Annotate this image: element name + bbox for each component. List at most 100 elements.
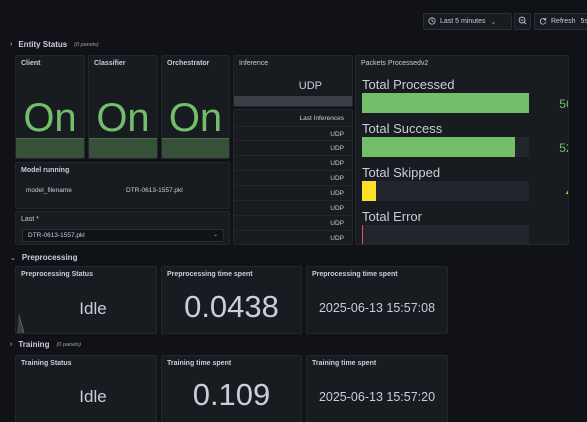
last-model-select[interactable]: DTR-0613-1557.pkl ⌄	[22, 229, 224, 242]
zoom-out-button[interactable]	[514, 13, 531, 30]
chevron-down-icon: ⌄	[212, 232, 218, 238]
inference-row: UDP	[234, 126, 352, 141]
preprocessing-time-panel: Preprocessing time spent 0.0438	[161, 266, 302, 334]
row-panel-count: (0 panels)	[56, 341, 81, 348]
panel-title: Client	[21, 60, 41, 67]
inference-row: UDP	[234, 216, 352, 231]
panel-title: Training time spent	[167, 360, 232, 367]
preprocessing-status-panel: Preprocessing Status Idle	[15, 266, 157, 334]
refresh-interval: 5s	[580, 18, 587, 25]
bar-label: Total Skipped	[362, 165, 441, 180]
row-title: Training	[18, 340, 50, 349]
panel-title: Orchestrator	[167, 60, 210, 67]
model-key: model_filename	[26, 187, 72, 194]
row-preprocessing[interactable]: ⌄ Preprocessing	[10, 253, 77, 262]
client-status-value: On	[23, 96, 77, 140]
bar-fill	[362, 137, 516, 157]
training-time-panel: Training time spent 0.109	[161, 355, 302, 422]
model-running-panel: Model running model_filename DTR-0613-15…	[15, 162, 230, 209]
panel-title: Inference	[239, 60, 269, 67]
orchestrator-status-value: On	[168, 96, 223, 140]
inference-row-value: UDP	[330, 145, 344, 152]
panel-title: Training time spent	[312, 360, 377, 367]
preprocessing-timestamp-panel: Preprocessing time spent 2025-06-13 15:5…	[306, 266, 448, 334]
training-status-panel: Training Status Idle	[15, 355, 157, 422]
bar-fill	[362, 181, 376, 201]
bar-label: Total Processed	[362, 77, 455, 92]
model-filename-value: DTR-0613-1557.pkl	[126, 187, 183, 194]
client-sparkline	[16, 138, 84, 158]
panel-title: Packets Processedv2	[361, 60, 429, 67]
panel-title: Preprocessing Status	[21, 271, 93, 278]
row-entity-status[interactable]: › Entity Status (0 panels)	[10, 40, 99, 49]
chevron-down-icon: ⌄	[10, 254, 16, 262]
training-status-value: Idle	[79, 387, 107, 406]
classifier-panel: Classifier On	[88, 55, 158, 159]
training-timestamp-panel: Training time spent 2025-06-13 15:57:20	[306, 355, 448, 422]
packets-processed-panel: Packets Processedv2 Total Processed 5697 T…	[355, 55, 569, 245]
bar-track	[362, 225, 529, 244]
row-title: Entity Status	[18, 40, 68, 49]
bar-value: 5697	[559, 97, 568, 111]
refresh-label: Refresh	[551, 18, 576, 25]
inference-row-value: UDP	[330, 220, 344, 227]
inference-row-value: UDP	[330, 160, 344, 167]
inference-row-value: UDP	[330, 205, 344, 212]
time-range-label: Last 5 minutes	[440, 18, 486, 25]
bar-track	[362, 181, 529, 201]
bar-fill	[362, 225, 363, 244]
inference-row-value: UDP	[330, 235, 344, 242]
training-time-value: 0.109	[192, 377, 271, 412]
bar-track	[362, 93, 529, 113]
orchestrator-panel: Orchestrator On	[161, 55, 230, 159]
last-variable-panel: Last * DTR-0613-1557.pkl ⌄	[15, 211, 230, 245]
bar-value: 5233	[559, 141, 568, 155]
bar-label: Total Error	[362, 209, 422, 224]
bar-track	[362, 137, 529, 157]
chevron-right-icon: ›	[10, 41, 13, 48]
bar-value: 0	[534, 229, 568, 243]
classifier-status-value: On	[96, 96, 150, 140]
bar-value: 464	[534, 185, 568, 199]
inference-row: UDP	[234, 201, 352, 216]
classifier-sparkline	[89, 138, 157, 158]
inference-row-value: UDP	[330, 190, 344, 197]
preprocessing-status-value: Idle	[79, 299, 107, 318]
panel-title: Preprocessing time spent	[167, 271, 253, 278]
panel-title: Training Status	[21, 360, 72, 367]
chevron-right-icon: ›	[10, 341, 13, 348]
variable-label: Last *	[21, 216, 39, 223]
bar-label: Total Success	[362, 121, 443, 136]
inference-value: UDP	[298, 80, 322, 92]
preprocessing-status-sparkline	[17, 314, 25, 333]
client-panel: Client On	[15, 55, 85, 159]
refresh-icon	[539, 17, 547, 27]
time-range-picker[interactable]: Last 5 minutes ⌄	[423, 13, 512, 30]
orchestrator-sparkline	[162, 138, 229, 158]
select-value: DTR-0613-1557.pkl	[28, 232, 85, 239]
last-inferences-header: Last Inferences	[299, 115, 344, 122]
inference-sparkline	[234, 96, 352, 106]
row-training[interactable]: › Training (0 panels)	[10, 340, 81, 349]
row-panel-count: (0 panels)	[74, 41, 99, 48]
panel-title: Model running	[21, 167, 70, 174]
refresh-button[interactable]: Refresh 5s	[534, 13, 587, 30]
panel-title: Classifier	[94, 60, 126, 67]
zoom-out-icon	[518, 16, 527, 27]
preprocessing-timestamp-value: 2025-06-13 15:57:08	[318, 301, 436, 315]
inference-row: UDP	[234, 171, 352, 186]
inference-row-value: UDP	[330, 131, 344, 138]
last-inferences-panel: Last Inferences UDP UDP UDP UDP UDP UDP UDP UDP	[233, 109, 353, 245]
row-title: Preprocessing	[21, 253, 78, 262]
inference-row: UDP	[234, 231, 352, 244]
training-timestamp-value: 2025-06-13 15:57:20	[318, 390, 436, 404]
preprocessing-time-value: 0.0438	[184, 289, 279, 324]
inference-row-value: UDP	[330, 175, 344, 182]
inference-row: UDP	[234, 186, 352, 201]
inference-row: UDP	[234, 141, 352, 156]
inference-panel: Inference UDP	[233, 55, 353, 107]
panel-title: Preprocessing time spent	[312, 271, 398, 278]
chevron-down-icon: ⌄	[490, 18, 497, 26]
inference-row: UDP	[234, 156, 352, 171]
clock-icon	[428, 16, 436, 27]
